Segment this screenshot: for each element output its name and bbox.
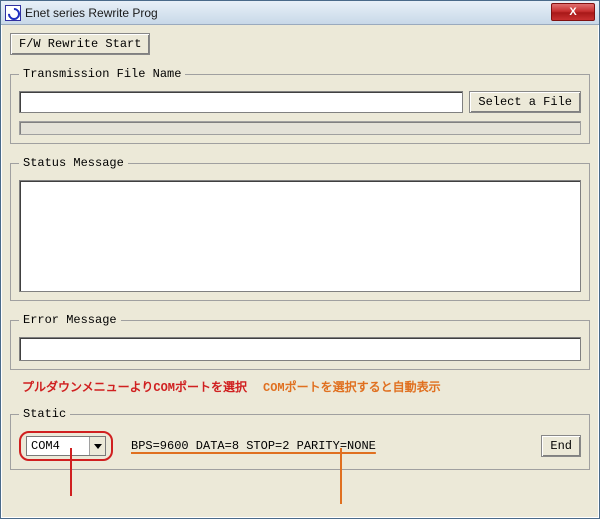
status-textarea[interactable]	[19, 180, 581, 292]
annotation-row: プルダウンメニューよりCOMポートを選択 COMポートを選択すると自動表示	[10, 378, 590, 395]
annotation-orange: COMポートを選択すると自動表示	[263, 378, 441, 395]
group-error: Error Message	[10, 313, 590, 370]
progress-bar	[19, 121, 581, 135]
app-window: Enet series Rewrite Prog X F/W Rewrite S…	[0, 0, 600, 519]
group-error-legend: Error Message	[19, 313, 121, 327]
com-port-select[interactable]: COM4	[26, 436, 106, 456]
com-port-value: COM4	[31, 439, 60, 453]
callout-line-orange	[340, 448, 342, 504]
window-title: Enet series Rewrite Prog	[25, 6, 158, 20]
group-status-legend: Status Message	[19, 156, 128, 170]
group-transmission: Transmission File Name Select a File	[10, 67, 590, 144]
select-file-button[interactable]: Select a File	[469, 91, 581, 113]
rewrite-start-button[interactable]: F/W Rewrite Start	[10, 33, 150, 55]
close-button[interactable]: X	[551, 3, 595, 21]
annotation-red: プルダウンメニューよりCOMポートを選択	[22, 378, 247, 395]
com-select-highlight: COM4	[19, 431, 113, 461]
app-icon	[5, 5, 21, 21]
group-static: Static COM4 BPS=9600 DATA=8 STOP=2 PARIT…	[10, 407, 590, 470]
client-area: F/W Rewrite Start Transmission File Name…	[2, 25, 598, 517]
callout-line-red	[70, 448, 72, 496]
error-textarea[interactable]	[19, 337, 581, 361]
filename-field[interactable]	[19, 91, 463, 113]
titlebar: Enet series Rewrite Prog X	[1, 1, 599, 25]
chevron-down-icon	[89, 437, 105, 455]
end-button[interactable]: End	[541, 435, 581, 457]
group-static-legend: Static	[19, 407, 70, 421]
close-icon: X	[569, 6, 576, 18]
group-transmission-legend: Transmission File Name	[19, 67, 185, 81]
group-status: Status Message	[10, 156, 590, 301]
